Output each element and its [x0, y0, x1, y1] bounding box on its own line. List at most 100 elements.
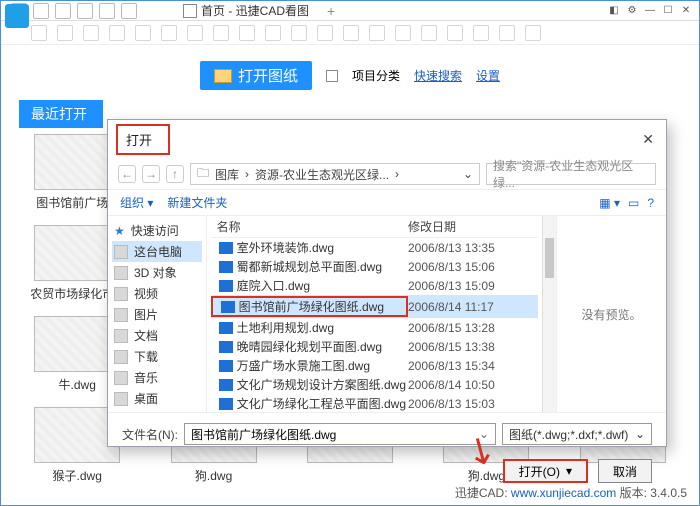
dwg-icon — [219, 398, 233, 410]
file-row[interactable]: 蜀都新城规划总平面图.dwg2006/8/13 15:06 — [211, 257, 538, 276]
file-date: 2006/8/13 15:06 — [408, 260, 538, 274]
filename-value: 图书馆前广场绿化图纸.dwg — [191, 426, 336, 443]
tb-save-icon[interactable] — [55, 3, 71, 19]
file-row[interactable]: 庭院入口.dwg2006/8/13 15:09 — [211, 276, 538, 295]
tool2-icon[interactable] — [291, 25, 307, 41]
tool2-icon[interactable] — [83, 25, 99, 41]
view-mode-button[interactable]: ▦ ▾ — [599, 196, 620, 210]
tool2-icon[interactable] — [447, 25, 463, 41]
folder-open-icon — [214, 69, 232, 83]
app-logo-icon — [5, 4, 29, 28]
tool2-icon[interactable] — [369, 25, 385, 41]
tree-item[interactable]: 视频 — [112, 283, 202, 304]
tool2-icon[interactable] — [57, 25, 73, 41]
tree-item[interactable]: 3D 对象 — [112, 262, 202, 283]
folder-icon — [114, 392, 128, 406]
breadcrumb[interactable]: 🗀 图库› 资源-农业生态观光区绿...› ⌄ — [190, 163, 480, 185]
tool2-icon[interactable] — [317, 25, 333, 41]
tool2-icon[interactable] — [109, 25, 125, 41]
thumb-caption: 图书馆前广场... — [36, 194, 118, 211]
nav-back-button[interactable]: ← — [118, 165, 136, 183]
dialog-search-input[interactable]: 搜索"资源-农业生态观光区绿... — [486, 163, 656, 185]
file-row[interactable]: 室外环境装饰.dwg2006/8/13 13:35 — [211, 238, 538, 257]
file-row[interactable]: 万盛广场水景施工图.dwg2006/8/13 15:34 — [211, 356, 538, 375]
file-name: 图书馆前广场绿化图纸.dwg — [239, 298, 404, 315]
file-name: 万盛广场水景施工图.dwg — [237, 357, 406, 374]
tree-item[interactable]: 下载 — [112, 346, 202, 367]
tree-item[interactable]: 文档 — [112, 325, 202, 346]
nav-up-button[interactable]: ↑ — [166, 165, 184, 183]
new-folder-button[interactable]: 新建文件夹 — [167, 194, 227, 211]
folder-icon — [114, 371, 128, 385]
nav-fwd-button[interactable]: → — [142, 165, 160, 183]
file-name: 庭院入口.dwg — [237, 277, 406, 294]
dialog-title: 打开 — [116, 124, 170, 155]
folder-icon — [114, 287, 128, 301]
tree-item[interactable]: 音乐 — [112, 367, 202, 388]
quick-search-link[interactable]: 快速搜索 — [414, 67, 462, 84]
dialog-close-button[interactable]: ✕ — [636, 131, 660, 148]
tb-open-icon[interactable] — [33, 3, 49, 19]
dwg-icon — [219, 360, 233, 372]
maximize-button[interactable]: ☐ — [661, 3, 675, 17]
file-row[interactable]: 文化广场规划设计方案图纸.dwg2006/8/14 10:50 — [211, 375, 538, 394]
tb-redo-icon[interactable] — [121, 3, 137, 19]
tool2-icon[interactable] — [161, 25, 177, 41]
tool2-icon[interactable] — [239, 25, 255, 41]
preview-pane: 没有预览。 — [556, 216, 666, 412]
organize-menu[interactable]: 组织 ▾ — [120, 194, 153, 211]
open-drawing-button[interactable]: 打开图纸 — [200, 61, 312, 90]
gear-icon[interactable]: ⚙ — [625, 3, 639, 17]
dialog-cancel-button[interactable]: 取消 — [598, 459, 652, 483]
scrollbar[interactable] — [542, 216, 556, 412]
dialog-open-button[interactable]: 打开(O)▾ — [503, 459, 588, 483]
col-date[interactable]: 修改日期 — [408, 218, 538, 235]
tool2-icon[interactable] — [395, 25, 411, 41]
file-row[interactable]: 晚晴园绿化规划平面图.dwg2006/8/15 13:38 — [211, 337, 538, 356]
file-date: 2006/8/14 11:17 — [408, 300, 538, 314]
tool2-icon[interactable] — [473, 25, 489, 41]
tool2-icon[interactable] — [343, 25, 359, 41]
classify-label: 项目分类 — [352, 67, 400, 84]
tool2-icon[interactable] — [265, 25, 281, 41]
file-row[interactable]: 土地利用规划.dwg2006/8/15 13:28 — [211, 318, 538, 337]
tool2-icon[interactable] — [499, 25, 515, 41]
close-button[interactable]: ✕ — [679, 3, 693, 17]
tree-item-label: 音乐 — [134, 369, 158, 386]
tree-item[interactable]: 图片 — [112, 304, 202, 325]
col-name[interactable]: 名称 — [211, 218, 408, 235]
crumb-seg: 图库 — [215, 166, 239, 183]
file-date: 2006/8/13 15:03 — [408, 397, 538, 411]
toolbar-secondary — [1, 21, 699, 45]
tb-undo-icon[interactable] — [99, 3, 115, 19]
file-name: 文化广场绿化工程总平面图.dwg — [237, 395, 406, 412]
tab-add-button[interactable]: + — [327, 3, 335, 19]
tree-item[interactable]: ★快速访问 — [112, 220, 202, 241]
dwg-icon — [219, 261, 233, 273]
filename-input[interactable]: 图书馆前广场绿化图纸.dwg ⌄ — [184, 423, 496, 445]
help-icon[interactable]: ? — [647, 196, 654, 210]
dwg-icon — [221, 301, 235, 313]
tool2-icon[interactable] — [213, 25, 229, 41]
title-bar: 首页 - 迅捷CAD看图 + ◧ ⚙ — ☐ ✕ — [1, 1, 699, 21]
tree-item[interactable]: 桌面 — [112, 388, 202, 409]
file-row[interactable]: 文化广场绿化工程总平面图.dwg2006/8/13 15:03 — [211, 394, 538, 412]
minimize-button[interactable]: — — [643, 3, 657, 17]
tool2-icon[interactable] — [135, 25, 151, 41]
home-icon — [183, 4, 197, 18]
classify-checkbox[interactable] — [326, 70, 338, 82]
skin-icon[interactable]: ◧ — [607, 3, 621, 17]
tool2-icon[interactable] — [421, 25, 437, 41]
tab-home[interactable]: 首页 - 迅捷CAD看图 — [173, 0, 319, 21]
preview-toggle-button[interactable]: ▭ — [628, 196, 639, 210]
tree-item[interactable]: 这台电脑 — [112, 241, 202, 262]
tool2-icon[interactable] — [31, 25, 47, 41]
tool2-icon[interactable] — [525, 25, 541, 41]
settings-link[interactable]: 设置 — [476, 67, 500, 84]
tool2-icon[interactable] — [187, 25, 203, 41]
no-preview-label: 没有预览。 — [581, 306, 641, 323]
tb-print-icon[interactable] — [77, 3, 93, 19]
file-filter-select[interactable]: 图纸(*.dwg;*.dxf;*.dwf)⌄ — [502, 423, 652, 445]
folder-tree[interactable]: ★快速访问这台电脑3D 对象视频图片文档下载音乐桌面 — [108, 216, 207, 412]
file-row[interactable]: 图书馆前广场绿化图纸.dwg 2006/8/14 11:17 — [211, 295, 538, 318]
